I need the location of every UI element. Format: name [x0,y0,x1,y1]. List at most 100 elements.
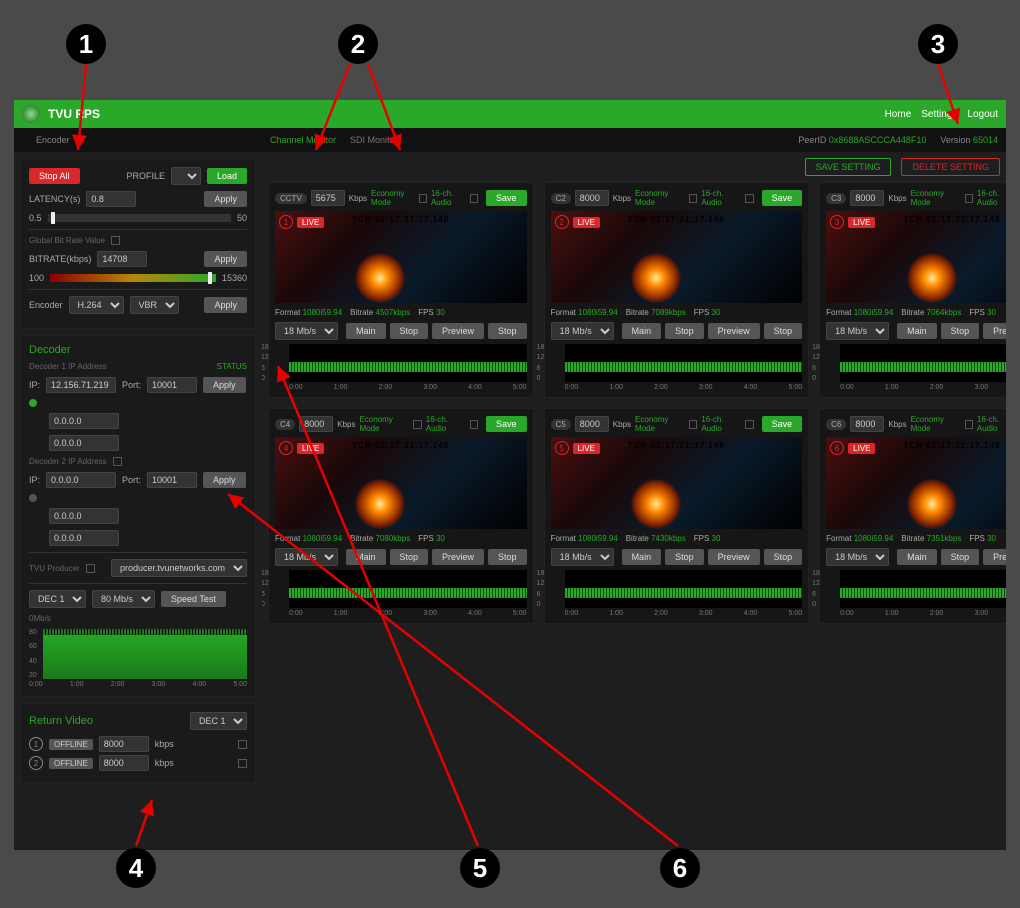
channel-rate-select[interactable]: 18 Mb/s [826,322,889,340]
encoder-apply-button[interactable]: Apply [204,297,247,313]
dec1-ip-input[interactable] [46,377,116,393]
channel-main-button[interactable]: Main [897,323,937,339]
channel-preview-button[interactable]: Preview [983,549,1006,565]
channel-graph [840,344,1006,382]
global-bitrate-checkbox[interactable] [111,236,120,245]
delete-setting-button[interactable]: DELETE SETTING [901,158,1000,176]
return2-bitrate[interactable] [99,755,149,771]
latency-slider[interactable] [48,214,231,222]
channel-save-button[interactable]: Save [762,416,803,432]
dec2-apply-button[interactable]: Apply [203,472,246,488]
channel-stop2-button[interactable]: Stop [764,323,803,339]
logout-link[interactable]: Logout [967,109,998,120]
channel-preview-button[interactable]: Preview [708,323,760,339]
channel-rate-select[interactable]: 18 Mb/s [275,322,338,340]
channel-bitrate-input[interactable] [575,416,609,432]
bitrate-slider[interactable] [50,274,216,282]
channel-preview-button[interactable]: Preview [432,323,484,339]
channel-stop-button[interactable]: Stop [941,323,980,339]
channel-preview-button[interactable]: Preview [983,323,1006,339]
app-window: TVU RPS Home Settings Logout Encoder Cha… [14,100,1006,850]
channel-id: C5 [551,419,571,430]
return1-bitrate[interactable] [99,736,149,752]
channel-card: C4 Kbps Economy Mode 16-ch. Audio Save 4… [268,408,534,624]
dec1-apply-button[interactable]: Apply [203,377,246,393]
channel-stop-button[interactable]: Stop [665,549,704,565]
channel-stop2-button[interactable]: Stop [488,323,527,339]
dec-select[interactable]: DEC 1 [29,590,86,608]
producer-host-select[interactable]: producer.tvunetworks.com [111,559,247,577]
channel-bitrate-input[interactable] [575,190,609,206]
channel-bitrate-input[interactable] [311,190,345,206]
channel-save-button[interactable]: Save [486,190,527,206]
channel-card: C2 Kbps Economy Mode 16-ch. Audio Save 2… [544,182,810,398]
channel-preview[interactable]: 1LIVE TCR 02:17:21:17.148 [275,211,527,303]
decoder-speed-graph [43,629,247,679]
channel-graph [289,570,527,608]
channel-main-button[interactable]: Main [897,549,937,565]
channel-stop-button[interactable]: Stop [390,323,429,339]
settings-link[interactable]: Settings [921,109,957,120]
dec2-ip-input[interactable] [46,472,116,488]
channel-rate-select[interactable]: 18 Mb/s [826,548,889,566]
peer-id: 0x8688ASCCCA448F10 [829,135,927,145]
channel-bitrate-input[interactable] [850,416,884,432]
channel-stop-button[interactable]: Stop [390,549,429,565]
bitrate-apply-button[interactable]: Apply [204,251,247,267]
channel-bitrate-input[interactable] [850,190,884,206]
return-video-panel: Return Video DEC 1 1 OFFLINE kbps 2 OFFL… [20,703,256,783]
codec-select[interactable]: H.264 [69,296,124,314]
channel-save-button[interactable]: Save [486,416,527,432]
channel-id: C4 [275,419,295,430]
load-button[interactable]: Load [207,168,247,184]
channel-preview[interactable]: 3LIVE TCR 02:17:21:17.148 [826,211,1006,303]
channel-rate-select[interactable]: 18 Mb/s [551,548,614,566]
tab-channel-monitor[interactable]: Channel Monitor [270,135,336,145]
speed-test-button[interactable]: Speed Test [161,591,226,607]
channel-stop-button[interactable]: Stop [941,549,980,565]
channel-card: C6 Kbps Economy Mode 16-ch. Audio Save 6… [819,408,1006,624]
channel-preview[interactable]: 6LIVE TCR 02:17:21:17.148 [826,437,1006,529]
channel-main-button[interactable]: Main [622,549,662,565]
producer-checkbox[interactable] [86,564,95,573]
channel-preview-button[interactable]: Preview [432,549,484,565]
save-setting-button[interactable]: SAVE SETTING [805,158,892,176]
channel-rate-select[interactable]: 18 Mb/s [551,322,614,340]
dec2-checkbox[interactable] [113,457,122,466]
encoder-panel: Stop All PROFILE Load LATENCY(s) Apply 0… [20,158,256,329]
profile-select[interactable] [171,167,201,185]
channel-main-button[interactable]: Main [622,323,662,339]
channel-stop2-button[interactable]: Stop [764,549,803,565]
latency-input[interactable] [86,191,136,207]
bitrate-input[interactable] [97,251,147,267]
dec2-port-input[interactable] [147,472,197,488]
channel-stop-button[interactable]: Stop [665,323,704,339]
channel-save-button[interactable]: Save [762,190,803,206]
channel-bitrate-input[interactable] [299,416,333,432]
channel-id: CCTV [275,193,307,204]
tab-sdi-monitor[interactable]: SDI Monitor [350,135,398,145]
channel-preview[interactable]: 5LIVE TCR 02:17:21:17.148 [551,437,803,529]
channel-id: C6 [826,419,846,430]
channel-graph [565,344,803,382]
mode-select[interactable]: VBR [130,296,179,314]
channel-main-button[interactable]: Main [346,549,386,565]
channel-preview[interactable]: 2LIVE TCR 02:17:21:17.148 [551,211,803,303]
channel-preview[interactable]: 4LIVE TCR 02:17:21:17.148 [275,437,527,529]
channel-card: C3 Kbps Economy Mode 16-ch. Audio Save 3… [819,182,1006,398]
dec1-port-input[interactable] [147,377,197,393]
home-link[interactable]: Home [885,109,912,120]
channel-main-button[interactable]: Main [346,323,386,339]
channel-rate-select[interactable]: 18 Mb/s [275,548,338,566]
channel-stop2-button[interactable]: Stop [488,549,527,565]
channel-card: C5 Kbps Economy Mode 16-ch. Audio Save 5… [544,408,810,624]
dec2-status-icon [29,494,37,502]
dec1-status-icon [29,399,37,407]
latency-apply-button[interactable]: Apply [204,191,247,207]
return-dec-select[interactable]: DEC 1 [190,712,247,730]
return2-status: OFFLINE [49,758,93,769]
encoder-title: Encoder [36,135,70,145]
speed-select[interactable]: 80 Mb/s [92,590,155,608]
channel-preview-button[interactable]: Preview [708,549,760,565]
stop-all-button[interactable]: Stop All [29,168,80,184]
